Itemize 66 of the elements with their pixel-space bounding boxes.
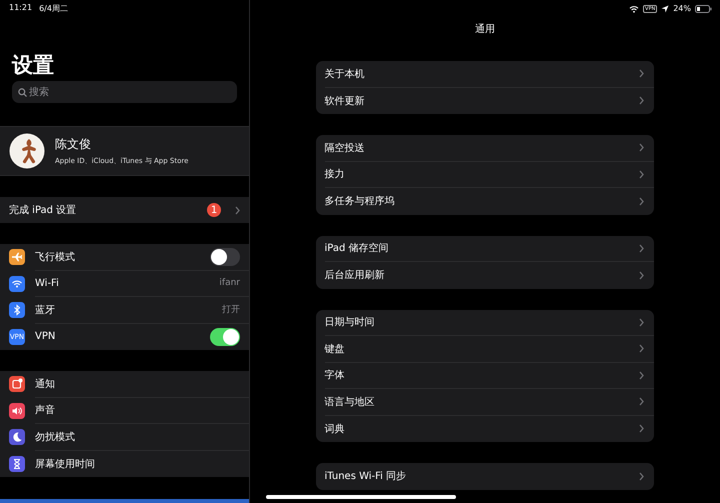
settings-row[interactable]: iTunes Wi-Fi 同步 bbox=[324, 463, 654, 490]
search-field[interactable]: 搜索 bbox=[12, 81, 237, 103]
chevron-icon bbox=[638, 196, 644, 206]
row-label: 日期与时间 bbox=[324, 316, 376, 330]
settings-title: 设置 bbox=[12, 52, 55, 78]
settings-row[interactable]: 字体 bbox=[324, 362, 654, 389]
wifi-icon bbox=[629, 4, 640, 12]
avatar-icon bbox=[9, 133, 45, 169]
row-label: VPN bbox=[35, 331, 56, 342]
chevron-icon bbox=[638, 143, 644, 152]
chevron-icon bbox=[638, 472, 644, 481]
chevron-icon bbox=[638, 244, 644, 253]
row-label: 多任务与程序坞 bbox=[324, 194, 396, 208]
location-arrow-icon bbox=[661, 4, 670, 12]
row-label: 隔空投送 bbox=[324, 142, 366, 155]
chevron-icon bbox=[638, 170, 644, 179]
row-label: 字体 bbox=[324, 368, 346, 382]
row-label: 软件更新 bbox=[324, 94, 366, 108]
chevron-icon bbox=[638, 344, 644, 354]
row-label: Wi-Fi bbox=[35, 278, 60, 289]
row-label: iTunes Wi-Fi 同步 bbox=[324, 470, 408, 484]
page-title: 通用 bbox=[475, 24, 495, 36]
settings-row[interactable]: 隔空投送 bbox=[324, 135, 654, 162]
row-label: 关于本机 bbox=[324, 68, 366, 81]
settings-row[interactable]: 软件更新 bbox=[324, 88, 654, 114]
notification-badge: 1 bbox=[207, 203, 221, 217]
status-date: 6/4周二 bbox=[39, 3, 68, 14]
row-label: 声音 bbox=[35, 404, 56, 418]
row-label: iPad 储存空间 bbox=[324, 242, 390, 256]
status-time: 11:21 bbox=[9, 3, 32, 14]
settings-row[interactable]: 词典 bbox=[324, 416, 654, 442]
row-label: 语言与地区 bbox=[324, 396, 376, 409]
row-label: 接力 bbox=[324, 168, 346, 182]
row-label: 通知 bbox=[35, 378, 56, 391]
chevron-icon bbox=[638, 370, 644, 380]
chevron-icon bbox=[638, 96, 644, 106]
settings-row[interactable]: 后台应用刷新 bbox=[324, 262, 654, 288]
chevron-icon bbox=[638, 270, 644, 280]
row-label: 后台应用刷新 bbox=[324, 268, 386, 282]
settings-row[interactable]: 日期与时间 bbox=[324, 310, 654, 336]
chevron-icon bbox=[638, 397, 644, 406]
settings-row[interactable]: iPad 储存空间 bbox=[324, 236, 654, 262]
settings-row[interactable]: 键盘 bbox=[324, 336, 654, 362]
settings-row[interactable]: 多任务与程序坞 bbox=[324, 188, 654, 214]
battery-percent: 24% bbox=[673, 4, 691, 13]
profile-name: 陈文俊 bbox=[55, 136, 92, 153]
row-label: 词典 bbox=[324, 422, 346, 436]
chevron-icon bbox=[638, 318, 644, 327]
chevron-icon bbox=[235, 206, 240, 214]
row-value: ifanr bbox=[219, 278, 240, 288]
row-value: 打开 bbox=[222, 304, 240, 316]
settings-row[interactable]: 关于本机 bbox=[324, 61, 654, 88]
toggle-switch[interactable] bbox=[210, 248, 240, 266]
setup-row[interactable]: 完成 iPad 设置 1 bbox=[0, 197, 249, 223]
settings-row[interactable]: 语言与地区 bbox=[324, 389, 654, 416]
row-label: 蓝牙 bbox=[35, 304, 56, 317]
battery-icon bbox=[695, 4, 712, 12]
chevron-icon bbox=[638, 424, 644, 434]
row-label: 键盘 bbox=[324, 342, 346, 356]
toggle-switch[interactable] bbox=[210, 328, 240, 346]
row-label: 完成 iPad 设置 bbox=[9, 204, 78, 217]
settings-row[interactable]: 接力 bbox=[324, 162, 654, 188]
row-label: 勿扰模式 bbox=[35, 430, 76, 444]
chevron-icon bbox=[638, 69, 644, 78]
row-label: 飞行模式 bbox=[35, 250, 76, 264]
row-label: 屏幕使用时间 bbox=[35, 458, 96, 471]
